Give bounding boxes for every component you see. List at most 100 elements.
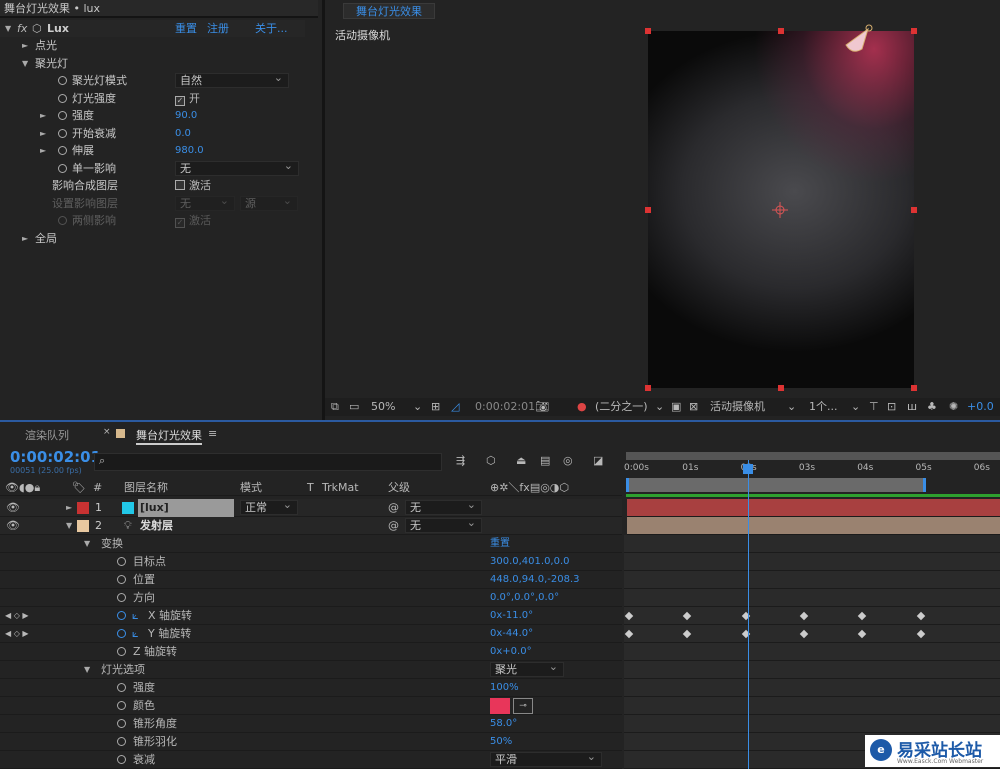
- chevron-down-icon[interactable]: ⌄: [787, 398, 796, 416]
- keyframe[interactable]: [799, 629, 809, 639]
- color-swatch[interactable]: [490, 698, 510, 714]
- property-checkbox[interactable]: ✓ 开: [175, 90, 200, 107]
- mode-dropdown[interactable]: 正常: [240, 498, 298, 515]
- search-input[interactable]: ⌕: [94, 453, 442, 471]
- timecode-display[interactable]: 0:00:02:01: [475, 398, 535, 416]
- transform-handle[interactable]: [645, 385, 651, 391]
- eye-icon[interactable]: 👁︎: [6, 517, 20, 535]
- keyframe[interactable]: [683, 629, 692, 639]
- property-value[interactable]: 100%: [490, 679, 519, 697]
- stopwatch-icon[interactable]: [58, 93, 67, 103]
- property-value[interactable]: 0x-44.0°: [490, 625, 533, 643]
- twirl-open-icon[interactable]: ▼: [5, 20, 11, 37]
- frame-blending-icon[interactable]: ▤: [540, 454, 550, 467]
- keyframe[interactable]: [624, 611, 634, 621]
- exposure-value[interactable]: +0.0: [967, 398, 994, 416]
- layer-row[interactable]: 👁︎ ▼ 2 💡︎ 发射层 @ 无: [0, 516, 622, 535]
- property-dropdown[interactable]: 无: [175, 194, 235, 211]
- checkbox-icon[interactable]: [175, 180, 185, 190]
- stopwatch-icon[interactable]: [58, 216, 67, 225]
- stopwatch-icon[interactable]: [117, 737, 126, 746]
- property-value[interactable]: 50%: [490, 733, 512, 751]
- stopwatch-icon[interactable]: [117, 611, 126, 620]
- stopwatch-icon[interactable]: [117, 683, 126, 692]
- keyframe[interactable]: [683, 611, 692, 621]
- twirl-closed-icon[interactable]: ►: [40, 125, 46, 142]
- property-dropdown[interactable]: 平滑: [490, 750, 602, 767]
- keyframe[interactable]: [799, 611, 809, 621]
- tab-composition[interactable]: 舞台灯光效果: [136, 427, 202, 445]
- twirl-closed-icon[interactable]: ►: [22, 230, 28, 247]
- keyframe[interactable]: [916, 629, 925, 639]
- twirl-closed-icon[interactable]: ►: [40, 142, 46, 159]
- fast-previews-icon[interactable]: ⊡: [887, 398, 896, 416]
- work-area-bar[interactable]: [626, 452, 1000, 460]
- stopwatch-icon[interactable]: [117, 701, 126, 710]
- stopwatch-icon[interactable]: [58, 163, 67, 173]
- graph-icon[interactable]: ⟀: [132, 607, 139, 625]
- safe-margins-icon[interactable]: ⊞: [431, 398, 440, 416]
- playhead-handle[interactable]: [743, 464, 753, 474]
- property-dropdown[interactable]: 源: [240, 194, 298, 211]
- anchor-point-icon[interactable]: [772, 202, 788, 218]
- property-value[interactable]: 重置: [490, 535, 510, 553]
- property-value[interactable]: 300.0,401.0,0.0: [490, 553, 570, 571]
- composition-canvas[interactable]: [645, 24, 917, 391]
- keyframe[interactable]: [857, 611, 867, 621]
- twirl-open-icon[interactable]: ▼: [66, 517, 72, 535]
- keyframe[interactable]: [857, 629, 867, 639]
- parent-dropdown[interactable]: 无: [405, 498, 482, 515]
- keyframe[interactable]: [624, 629, 634, 639]
- twirl-closed-icon[interactable]: ►: [22, 37, 28, 54]
- stopwatch-icon[interactable]: [117, 755, 126, 764]
- panel-menu-icon[interactable]: ≡: [208, 427, 217, 440]
- property-value[interactable]: 0x-11.0°: [490, 607, 533, 625]
- reset-link[interactable]: 重置: [175, 20, 197, 37]
- eye-icon[interactable]: 👁︎: [6, 499, 20, 517]
- layer-row[interactable]: 👁︎ ► 1 [lux] 正常 @ 无: [0, 498, 622, 517]
- camera-snapshot-icon[interactable]: 📷︎: [535, 398, 549, 416]
- motion-blur-icon[interactable]: ◎: [563, 454, 573, 467]
- stopwatch-icon[interactable]: [117, 647, 126, 656]
- stopwatch-icon[interactable]: [58, 76, 67, 85]
- layer-duration-bar[interactable]: [627, 499, 1000, 517]
- property-checkbox[interactable]: ✓ 激活: [175, 212, 211, 229]
- composition-mini-flowchart-icon[interactable]: ⇶: [456, 454, 465, 467]
- keyframe[interactable]: [916, 611, 925, 621]
- camera-view-dropdown[interactable]: 活动摄像机: [710, 398, 765, 416]
- label-color[interactable]: [77, 502, 89, 514]
- property-value[interactable]: 0.0°,0.0°,0.0°: [490, 589, 559, 607]
- graph-editor-icon[interactable]: ◪: [593, 454, 603, 467]
- stopwatch-icon[interactable]: [117, 719, 126, 728]
- pickwhip-icon[interactable]: @: [388, 499, 399, 517]
- stopwatch-icon[interactable]: [117, 593, 126, 602]
- chevron-down-icon[interactable]: ⌄: [413, 398, 422, 416]
- transform-handle[interactable]: [911, 385, 917, 391]
- eyedropper-icon[interactable]: ⊸: [513, 698, 533, 714]
- tab-render-queue[interactable]: 渲染队列: [25, 427, 69, 443]
- stopwatch-icon[interactable]: [117, 557, 126, 566]
- spotlight-icon[interactable]: [838, 23, 878, 63]
- zoom-dropdown[interactable]: 50%: [371, 398, 395, 416]
- always-preview-icon[interactable]: ⧉: [331, 398, 339, 416]
- twirl-open-icon[interactable]: ▼: [22, 55, 28, 72]
- transform-handle[interactable]: [778, 28, 784, 34]
- col-layer-name[interactable]: 图层名称: [124, 480, 168, 496]
- draft-3d-icon[interactable]: ⬡: [486, 454, 496, 467]
- property-value[interactable]: 980.0: [175, 142, 204, 159]
- twirl-closed-icon[interactable]: ►: [66, 499, 72, 517]
- label-color[interactable]: [77, 520, 89, 532]
- tab-composition[interactable]: 舞台灯光效果: [343, 3, 435, 19]
- toggle-pixel-aspect-icon[interactable]: ⊤: [869, 398, 879, 416]
- property-value[interactable]: 0x+0.0°: [490, 643, 532, 661]
- shy-layers-icon[interactable]: ⏏: [516, 454, 526, 467]
- property-dropdown[interactable]: 无: [175, 159, 299, 176]
- fx-icon[interactable]: fx: [17, 20, 27, 37]
- timeline-icon[interactable]: ш: [907, 398, 917, 416]
- work-area-range[interactable]: [626, 478, 926, 492]
- twirl-open-icon[interactable]: ▼: [84, 535, 90, 553]
- twirl-open-icon[interactable]: ▼: [84, 661, 90, 679]
- checkbox-icon[interactable]: ✓: [175, 218, 185, 228]
- close-icon[interactable]: ×: [103, 427, 111, 437]
- layer-name[interactable]: [lux]: [138, 499, 234, 517]
